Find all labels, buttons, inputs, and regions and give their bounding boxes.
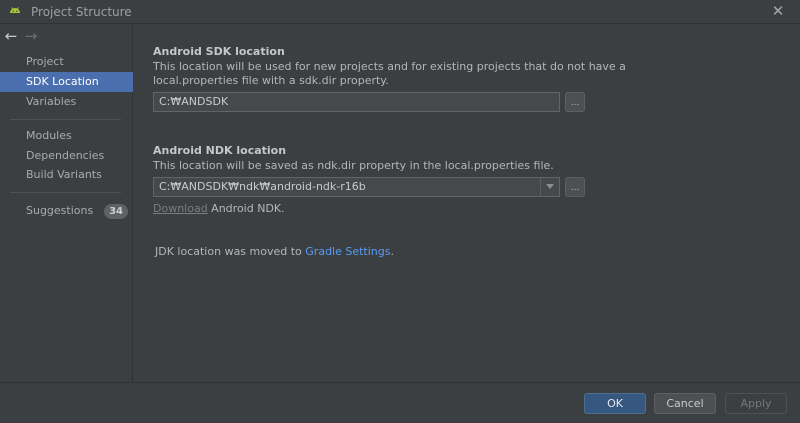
sidebar: ← → Project SDK Location Variables Modul… xyxy=(0,24,133,382)
sidebar-divider xyxy=(10,192,121,193)
jdk-notice-text: JDK location was moved to xyxy=(155,245,306,258)
sdk-description-line1: This location will be used for new proje… xyxy=(153,60,626,73)
close-icon[interactable]: ✕ xyxy=(770,3,786,19)
combo-divider xyxy=(540,178,541,196)
apply-button[interactable]: Apply xyxy=(725,393,787,414)
sdk-section-title: Android SDK location xyxy=(153,45,285,58)
sidebar-item-modules[interactable]: Modules xyxy=(0,126,133,146)
ndk-path-combobox[interactable]: C:₩ANDSDK₩ndk₩android-ndk-r16b xyxy=(153,177,560,197)
back-arrow-icon[interactable]: ← xyxy=(3,28,19,44)
gradle-settings-link[interactable]: Gradle Settings xyxy=(305,245,390,258)
sidebar-item-sdk-location[interactable]: SDK Location xyxy=(0,72,133,92)
ndk-path-value: C:₩ANDSDK₩ndk₩android-ndk-r16b xyxy=(159,180,366,193)
sidebar-divider xyxy=(10,119,121,120)
ndk-section-title: Android NDK location xyxy=(153,144,287,157)
sdk-path-field[interactable]: C:₩ANDSDK xyxy=(153,92,560,112)
sidebar-item-label: Suggestions xyxy=(26,204,94,217)
ndk-browse-button[interactable]: ... xyxy=(565,177,585,197)
sidebar-item-suggestions[interactable]: Suggestions 34 xyxy=(0,201,133,221)
cancel-button[interactable]: Cancel xyxy=(654,393,716,414)
sdk-browse-button[interactable]: ... xyxy=(565,92,585,112)
sdk-description-line2: local.properties file with a sdk.dir pro… xyxy=(153,74,389,87)
sidebar-item-build-variants[interactable]: Build Variants xyxy=(0,165,133,185)
window-title: Project Structure xyxy=(31,5,132,19)
android-icon xyxy=(10,7,20,13)
jdk-moved-notice: JDK location was moved to Gradle Setting… xyxy=(155,245,394,258)
ndk-download-line: Download Android NDK. xyxy=(153,202,285,215)
ndk-description: This location will be saved as ndk.dir p… xyxy=(153,159,554,172)
chevron-down-icon[interactable] xyxy=(546,184,554,189)
sdk-location-panel: Android SDK location This location will … xyxy=(134,24,800,382)
title-bar: Project Structure ✕ xyxy=(0,0,800,24)
dialog-button-bar: OK Cancel Apply xyxy=(0,382,800,423)
jdk-notice-suffix: . xyxy=(390,245,395,258)
sidebar-item-project[interactable]: Project xyxy=(0,52,133,72)
download-ndk-suffix: Android NDK. xyxy=(207,202,285,215)
forward-arrow-icon[interactable]: → xyxy=(23,28,39,44)
sidebar-item-variables[interactable]: Variables xyxy=(0,92,133,112)
sidebar-item-dependencies[interactable]: Dependencies xyxy=(0,146,133,166)
download-ndk-link[interactable]: Download xyxy=(153,202,208,215)
ok-button[interactable]: OK xyxy=(584,393,646,414)
suggestions-count-badge: 34 xyxy=(104,204,128,219)
